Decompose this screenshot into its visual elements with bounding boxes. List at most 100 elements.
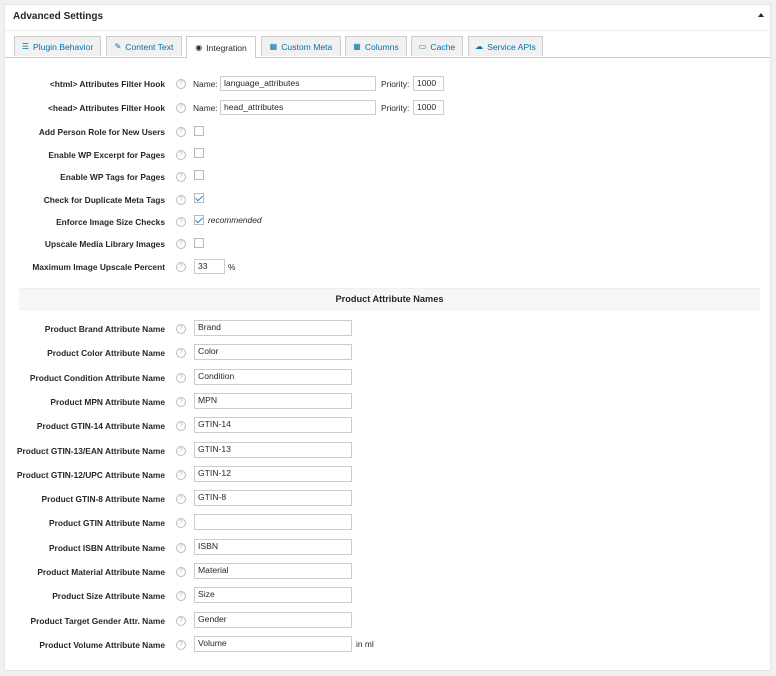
tab-service-apis[interactable]: ☁ Service APIs — [468, 36, 543, 56]
attribute-label: Product Size Attribute Name — [52, 591, 165, 602]
attribute-label: Product ISBN Attribute Name — [48, 542, 165, 553]
advanced-settings-panel: Advanced Settings ☰ Plugin Behavior ✎ Cont… — [4, 4, 771, 671]
columns-icon: ▦ — [353, 41, 361, 51]
priority-label: Priority: — [381, 103, 410, 113]
attribute-label: Product Brand Attribute Name — [44, 324, 165, 334]
panel-title: Advanced Settings — [13, 11, 104, 22]
tab-content-text[interactable]: ✎ Content Text — [106, 36, 182, 56]
table-icon: ▦ — [269, 41, 278, 51]
sliders-icon: ☰ — [21, 41, 29, 51]
tab-cache[interactable]: ▭ Cache — [411, 36, 463, 56]
product-attribute-names-header: Product Attribute Names — [19, 288, 760, 310]
attribute-label: Product GTIN-8 Attribute Name — [41, 494, 165, 505]
attribute-input[interactable]: Brand — [194, 320, 352, 336]
image-size-label: Enforce Image Size Checks — [56, 217, 165, 227]
attribute-label: Product GTIN-13/EAN Attribute Name — [16, 445, 165, 456]
wp-excerpt-label: Enable WP Excerpt for Pages — [48, 150, 165, 160]
attribute-input[interactable]: Size — [194, 587, 352, 604]
upscale-percent-input[interactable]: 33 — [194, 259, 225, 274]
attribute-input[interactable]: ISBN — [194, 538, 352, 555]
attribute-input[interactable]: GTIN-14 — [194, 417, 352, 434]
attribute-label: Product MPN Attribute Name — [50, 396, 165, 407]
tab-plugin-behavior[interactable]: ☰ Plugin Behavior — [14, 36, 101, 56]
help-icon[interactable]: ? — [176, 348, 186, 359]
tab-label: Columns — [364, 41, 399, 52]
person-role-checkbox[interactable] — [194, 126, 204, 136]
help-icon[interactable]: ? — [176, 172, 186, 182]
attribute-label: Product Color Attribute Name — [47, 348, 165, 359]
wp-tags-label: Enable WP Tags for Pages — [60, 172, 165, 182]
wp-tags-checkbox[interactable] — [194, 170, 204, 180]
attribute-input[interactable]: GTIN-8 — [194, 490, 352, 507]
help-icon[interactable]: ? — [176, 591, 186, 602]
attribute-label: Product GTIN Attribute Name — [48, 518, 165, 529]
duplicate-meta-label: Check for Duplicate Meta Tags — [43, 195, 165, 205]
attribute-input[interactable]: Condition — [194, 368, 352, 385]
help-icon[interactable]: ? — [176, 324, 186, 334]
head-hook-label: <head> Attributes Filter Hook — [48, 103, 165, 113]
wp-excerpt-checkbox[interactable] — [194, 148, 204, 158]
help-icon[interactable]: ? — [176, 639, 186, 650]
help-icon[interactable]: ? — [176, 542, 186, 553]
head-hook-priority-input[interactable]: 1000 — [413, 100, 444, 115]
help-icon[interactable]: ? — [176, 262, 186, 272]
help-icon[interactable]: ? — [176, 421, 186, 432]
help-icon[interactable]: ? — [176, 396, 186, 407]
help-icon[interactable]: ? — [176, 615, 186, 626]
attribute-unit: in ml — [356, 638, 374, 649]
priority-label: Priority: — [381, 79, 410, 89]
help-icon[interactable]: ? — [176, 239, 186, 249]
percent-unit: % — [228, 262, 236, 272]
name-label: Name: — [193, 103, 218, 113]
head-hook-name-input[interactable]: head_attributes — [220, 100, 376, 115]
panel-header[interactable]: Advanced Settings — [5, 5, 770, 31]
attribute-label: Product Material Attribute Name — [37, 567, 165, 577]
tab-bar: ☰ Plugin Behavior ✎ Content Text ◉ Integrat… — [5, 36, 770, 58]
image-size-checkbox[interactable] — [194, 215, 204, 225]
html-hook-name-input[interactable]: language_attributes — [220, 76, 376, 91]
attribute-label: Product GTIN-12/UPC Attribute Name — [16, 469, 165, 480]
attribute-label: Product GTIN-14 Attribute Name — [36, 421, 165, 432]
tab-label: Integration — [206, 42, 247, 53]
help-icon[interactable]: ? — [176, 445, 186, 456]
html-hook-priority-input[interactable]: 1000 — [413, 76, 444, 91]
help-icon[interactable]: ? — [176, 518, 186, 529]
help-icon[interactable]: ? — [176, 372, 186, 383]
cloud-icon: ☁ — [475, 41, 484, 51]
folder-icon: ▭ — [418, 41, 427, 51]
tab-label: Cache — [430, 41, 456, 52]
tab-label: Custom Meta — [281, 41, 333, 52]
upscale-media-checkbox[interactable] — [194, 238, 204, 248]
collapse-icon[interactable] — [758, 13, 764, 17]
name-label: Name: — [193, 79, 218, 89]
upscale-percent-label: Maximum Image Upscale Percent — [32, 262, 165, 272]
help-icon[interactable]: ? — [176, 195, 186, 205]
help-icon[interactable]: ? — [176, 103, 186, 113]
tab-custom-meta[interactable]: ▦ Custom Meta — [261, 36, 341, 56]
help-icon[interactable]: ? — [176, 127, 186, 137]
attribute-input[interactable]: Volume — [194, 635, 352, 652]
attribute-input[interactable] — [194, 514, 352, 531]
attribute-label: Product Target Gender Attr. Name — [30, 615, 166, 626]
help-icon[interactable]: ? — [176, 494, 186, 505]
help-icon[interactable]: ? — [176, 150, 186, 160]
help-icon[interactable]: ? — [176, 469, 186, 480]
attribute-label: Product Condition Attribute Name — [29, 372, 165, 383]
edit-icon: ✎ — [114, 41, 122, 51]
tab-columns[interactable]: ▦ Columns — [345, 36, 407, 56]
attribute-input[interactable]: Color — [194, 344, 352, 361]
recommended-note: recommended — [208, 215, 262, 225]
html-hook-label: <html> Attributes Filter Hook — [49, 79, 165, 89]
attribute-input[interactable]: Material — [194, 563, 352, 579]
help-icon[interactable]: ? — [176, 567, 186, 577]
attribute-input[interactable]: GTIN-13 — [194, 441, 352, 458]
help-icon[interactable]: ? — [176, 217, 186, 227]
help-icon[interactable]: ? — [176, 79, 186, 89]
upscale-media-label: Upscale Media Library Images — [44, 239, 165, 249]
attribute-input[interactable]: MPN — [194, 392, 352, 409]
duplicate-meta-checkbox[interactable] — [194, 193, 204, 203]
visibility-icon: ◉ — [195, 42, 203, 52]
attribute-input[interactable]: Gender — [194, 611, 352, 628]
tab-integration[interactable]: ◉ Integration — [186, 36, 256, 58]
attribute-input[interactable]: GTIN-12 — [194, 465, 352, 482]
